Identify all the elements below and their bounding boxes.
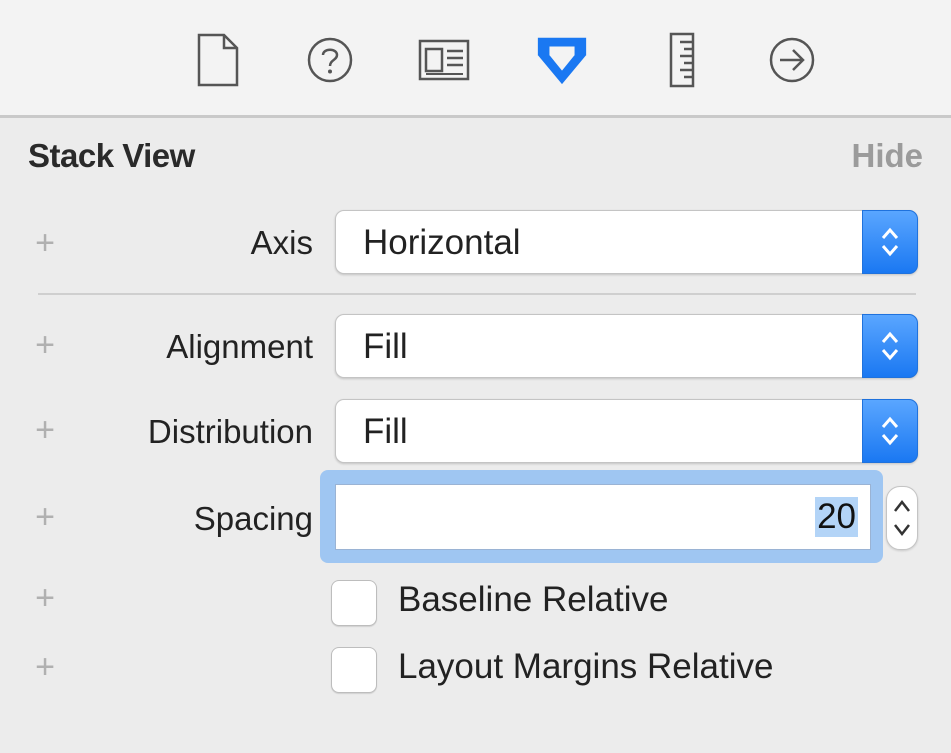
help-icon xyxy=(307,37,353,83)
inspector-tab-bar xyxy=(0,0,951,118)
spacing-label: Spacing xyxy=(193,500,313,537)
axis-popup[interactable]: Horizontal xyxy=(335,210,918,274)
quick-help-tab[interactable] xyxy=(302,30,358,90)
layout-margins-relative-label: Layout Margins Relative xyxy=(398,647,774,686)
distribution-popup[interactable]: Fill xyxy=(335,399,918,463)
add-variation-layout-margins-button[interactable]: + xyxy=(30,650,60,684)
attributes-inspector: Stack View Hide + Axis Horizontal + Alig… xyxy=(0,0,951,753)
axis-value: Horizontal xyxy=(363,223,521,262)
attributes-icon xyxy=(537,37,587,85)
alignment-popup[interactable]: Fill xyxy=(335,314,918,378)
file-icon xyxy=(197,33,239,87)
layout-margins-relative-checkbox[interactable] xyxy=(331,647,377,693)
popup-arrows-icon xyxy=(862,210,918,274)
distribution-value: Fill xyxy=(363,412,408,451)
divider xyxy=(38,293,916,295)
stepper-arrows-icon xyxy=(894,499,910,537)
add-variation-distribution-button[interactable]: + xyxy=(30,413,60,447)
connections-arrow-icon xyxy=(769,37,815,83)
popup-arrows-icon xyxy=(862,399,918,463)
spacing-value: 20 xyxy=(815,497,858,537)
file-inspector-tab[interactable] xyxy=(190,30,246,90)
identity-inspector-tab[interactable] xyxy=(416,30,472,90)
section-title: Stack View xyxy=(28,137,195,174)
hide-section-button[interactable]: Hide xyxy=(851,137,923,175)
baseline-relative-label: Baseline Relative xyxy=(398,580,669,619)
axis-label: Axis xyxy=(250,224,313,261)
spacing-input[interactable]: 20 xyxy=(335,484,871,550)
size-ruler-icon xyxy=(669,32,695,88)
add-variation-axis-button[interactable]: + xyxy=(30,226,60,260)
identity-icon xyxy=(418,39,470,81)
spacing-stepper[interactable] xyxy=(886,486,918,550)
alignment-label: Alignment xyxy=(166,328,313,365)
add-variation-baseline-button[interactable]: + xyxy=(30,581,60,615)
alignment-value: Fill xyxy=(363,327,408,366)
baseline-relative-checkbox[interactable] xyxy=(331,580,377,626)
add-variation-spacing-button[interactable]: + xyxy=(30,500,60,534)
distribution-label: Distribution xyxy=(147,413,313,450)
size-inspector-tab[interactable] xyxy=(654,30,710,90)
popup-arrows-icon xyxy=(862,314,918,378)
attributes-inspector-tab[interactable] xyxy=(534,30,590,90)
add-variation-alignment-button[interactable]: + xyxy=(30,328,60,362)
connections-inspector-tab[interactable] xyxy=(764,30,820,90)
